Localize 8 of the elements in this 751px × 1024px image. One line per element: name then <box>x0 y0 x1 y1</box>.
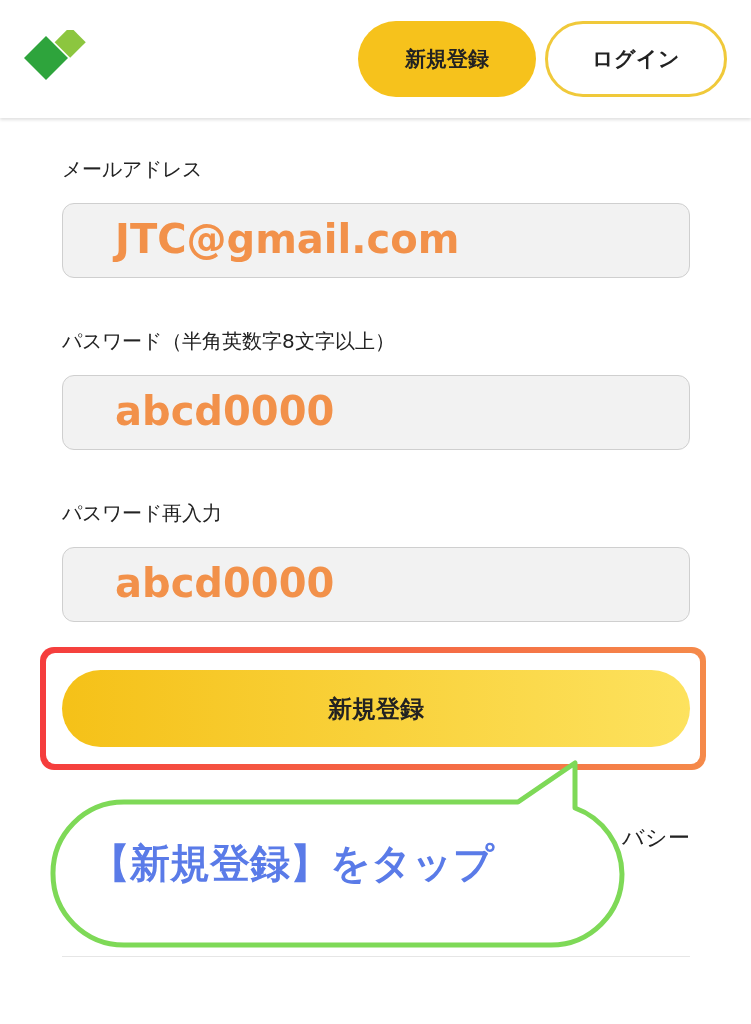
submit-button[interactable]: 新規登録 <box>62 670 690 747</box>
callout-text: 【新規登録】をタップ <box>90 839 494 888</box>
field-label: メールアドレス <box>62 156 203 183</box>
signup-button[interactable]: 新規登録 <box>358 21 536 97</box>
field-label: パスワード（半角英数字8文字以上） <box>62 328 396 355</box>
terms-text: バシー <box>622 824 690 852</box>
login-button[interactable]: ログイン <box>545 21 727 97</box>
field-label: パスワード再入力 <box>62 500 223 527</box>
